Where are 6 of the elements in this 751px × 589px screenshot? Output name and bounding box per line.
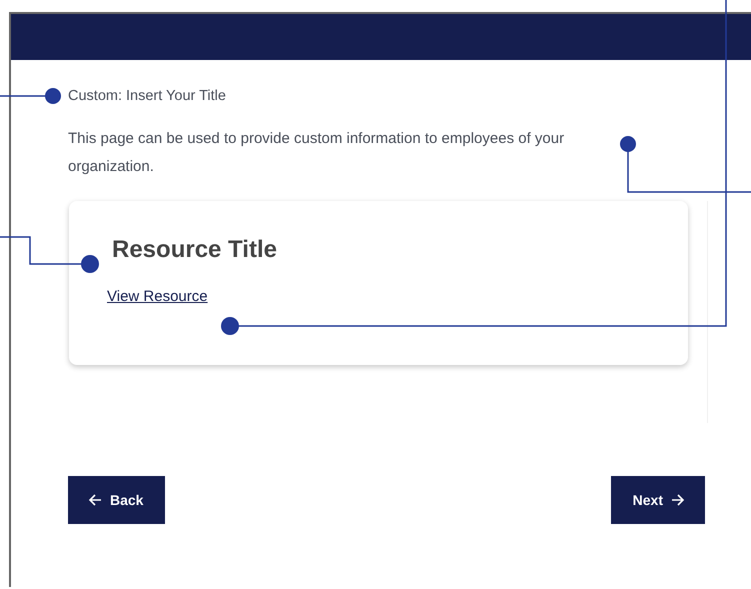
resource-title: Resource Title [112, 235, 278, 265]
page-title: Custom: Insert Your Title [68, 87, 227, 106]
next-button[interactable]: Next [610, 476, 705, 524]
back-button[interactable]: Back [68, 476, 166, 524]
page-description: This page can be used to provide custom information to employees of your organization. [68, 129, 566, 177]
view-resource-link[interactable]: View Resource [107, 288, 208, 305]
